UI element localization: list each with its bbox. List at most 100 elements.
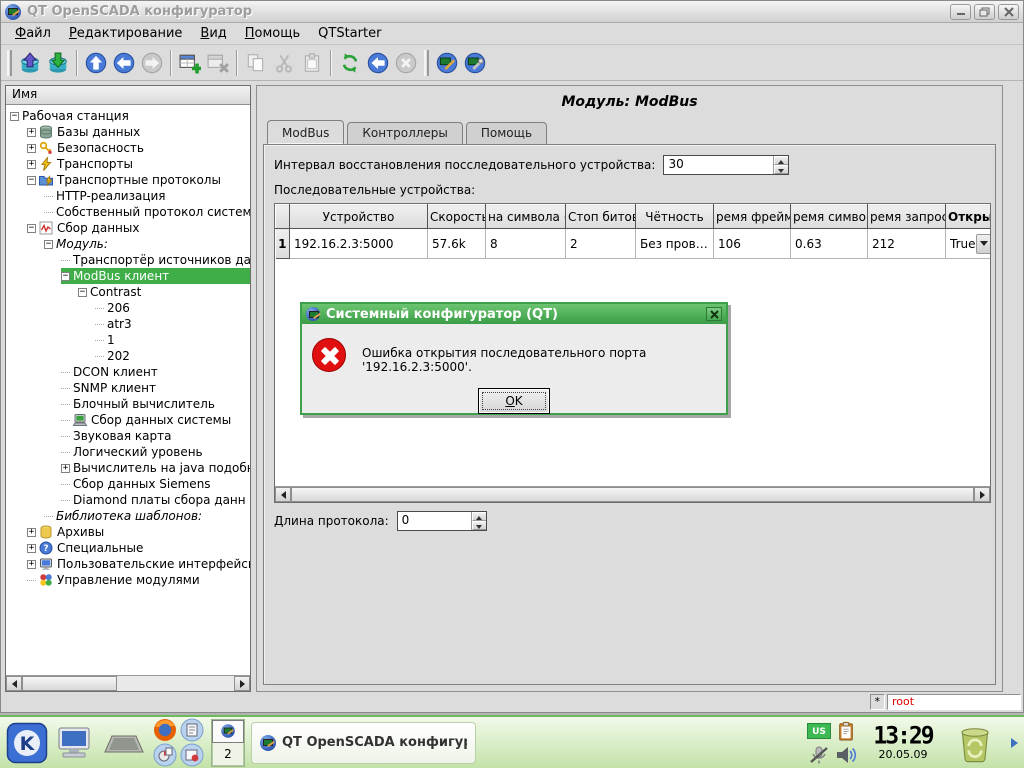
tree-item[interactable]: Diamond платы сбора данн <box>6 492 250 508</box>
clock[interactable]: 13:29 20.05.09 <box>864 725 942 761</box>
dialog-titlebar[interactable]: Системный конфигуратор (QT) <box>302 304 726 324</box>
menu-item[interactable]: Вид <box>192 24 234 43</box>
expand-icon[interactable] <box>27 160 36 169</box>
refresh-icon[interactable] <box>336 49 364 77</box>
scroll-thumb[interactable] <box>291 487 974 502</box>
go-back-icon[interactable] <box>110 49 138 77</box>
clipboard-icon[interactable] <box>836 720 856 742</box>
collapse-icon[interactable] <box>27 224 36 233</box>
k-menu-button[interactable]: K <box>6 722 48 764</box>
vision-icon[interactable] <box>433 49 461 77</box>
tree-item[interactable]: 202 <box>6 348 250 364</box>
table-cell[interactable]: 212 <box>868 229 946 259</box>
desktop-icon[interactable] <box>54 723 96 763</box>
tree-item[interactable]: Безопасность <box>6 140 250 156</box>
table-cell-combo[interactable]: True <box>946 229 992 259</box>
column-header[interactable]: ремя симво <box>791 205 868 229</box>
expand-icon[interactable] <box>27 144 36 153</box>
table-cell[interactable]: Без пров… <box>636 229 714 259</box>
tab-контроллеры[interactable]: Контроллеры <box>347 122 462 144</box>
tree-item[interactable]: Библиотека шаблонов: <box>6 508 250 524</box>
keyboard-layout-indicator[interactable]: US <box>807 723 831 739</box>
scroll-thumb[interactable] <box>22 676 117 691</box>
column-header[interactable]: ремя фрейм <box>714 205 791 229</box>
menu-item[interactable]: QTStarter <box>310 24 389 43</box>
window-titlebar[interactable]: QT OpenSCADA конфигуратор <box>1 1 1023 23</box>
menu-item[interactable]: Файл <box>7 24 59 43</box>
panel-hide-button[interactable] <box>1008 717 1020 768</box>
table-cell[interactable]: 0.63 <box>791 229 868 259</box>
table-cell[interactable]: 8 <box>486 229 566 259</box>
tree-item[interactable]: Сбор данных <box>6 220 250 236</box>
scroll-left-button[interactable] <box>275 487 291 502</box>
tree-item[interactable]: atr3 <box>6 316 250 332</box>
mail-launcher-icon[interactable] <box>179 743 205 767</box>
add-item-icon[interactable] <box>176 49 204 77</box>
tree-horizontal-scrollbar[interactable] <box>6 675 250 691</box>
go-up-icon[interactable] <box>82 49 110 77</box>
protocol-length-spinbox[interactable]: 0 <box>397 511 487 531</box>
dialog-close-button[interactable] <box>706 307 722 321</box>
tree-item[interactable]: Модуль: <box>6 236 250 252</box>
collapse-icon[interactable] <box>10 112 19 121</box>
tree-item[interactable]: Транспорты <box>6 156 250 172</box>
tree-item[interactable]: ?Специальные <box>6 540 250 556</box>
configurator-icon[interactable] <box>461 49 489 77</box>
tab-помощь[interactable]: Помощь <box>466 122 547 144</box>
column-header[interactable]: ремя запрос <box>868 205 946 229</box>
toolbar-handle[interactable] <box>7 50 12 76</box>
tree-item[interactable]: HTTP-реализация <box>6 188 250 204</box>
close-button[interactable] <box>998 4 1019 20</box>
load-from-db-icon[interactable] <box>16 49 44 77</box>
column-header[interactable]: Устройство <box>290 205 428 229</box>
maximize-button[interactable] <box>974 4 995 20</box>
scroll-right-button[interactable] <box>234 676 250 691</box>
tree-item[interactable]: ModBus клиент <box>6 268 250 284</box>
tree-item[interactable]: Базы данных <box>6 124 250 140</box>
tree-item[interactable]: SNMP клиент <box>6 380 250 396</box>
spin-up-button[interactable] <box>472 512 486 521</box>
tree-item[interactable]: 1 <box>6 332 250 348</box>
collapse-icon[interactable] <box>44 240 53 249</box>
tree-item[interactable]: Транспортные протоколы <box>6 172 250 188</box>
tree-item[interactable]: Собственный протокол системы <box>6 204 250 220</box>
interval-spinbox[interactable]: 30 <box>663 155 789 175</box>
chart-launcher-icon[interactable] <box>152 743 178 767</box>
tree-item[interactable]: DCON клиент <box>6 364 250 380</box>
column-header[interactable]: Скорость <box>428 205 486 229</box>
office-launcher-icon[interactable] <box>179 718 205 742</box>
collapse-icon[interactable] <box>61 272 70 281</box>
column-header[interactable]: Открыт <box>946 205 992 229</box>
scroll-right-button[interactable] <box>974 487 990 502</box>
table-cell[interactable]: 106 <box>714 229 791 259</box>
spin-down-button[interactable] <box>774 165 788 174</box>
tree-item[interactable]: Транспортёр источников дан <box>6 252 250 268</box>
save-to-db-icon[interactable] <box>44 49 72 77</box>
row-number[interactable]: 1 <box>276 229 290 259</box>
minimize-button[interactable] <box>950 4 971 20</box>
tree-item[interactable]: Пользовательские интерфейсы <box>6 556 250 572</box>
column-header[interactable]: Стоп битов <box>566 205 636 229</box>
ok-button[interactable]: OK <box>478 388 550 414</box>
expand-icon[interactable] <box>27 544 36 553</box>
tab-modbus[interactable]: ModBus <box>267 120 344 144</box>
collapse-icon[interactable] <box>27 176 36 185</box>
collapse-icon[interactable] <box>78 288 87 297</box>
start-updating-icon[interactable] <box>364 49 392 77</box>
tree-column-header[interactable]: Имя <box>6 86 250 105</box>
taskbar-window-button[interactable]: QT OpenSCADA конфигур <box>251 722 476 764</box>
scroll-left-button[interactable] <box>6 676 22 691</box>
tree-item[interactable]: Сбор данных системы <box>6 412 250 428</box>
firefox-launcher-icon[interactable] <box>152 718 178 742</box>
table-cell[interactable]: 2 <box>566 229 636 259</box>
tree-item[interactable]: Вычислитель на java подобн <box>6 460 250 476</box>
tree-item[interactable]: Управление модулями <box>6 572 250 588</box>
column-header[interactable]: Чётность <box>636 205 714 229</box>
tree-item[interactable]: Рабочая станция <box>6 108 250 124</box>
tree-item[interactable]: Звуковая карта <box>6 428 250 444</box>
table-horizontal-scrollbar[interactable] <box>275 486 990 502</box>
tree-item[interactable]: Блочный вычислитель <box>6 396 250 412</box>
spin-up-button[interactable] <box>774 156 788 165</box>
tree-item[interactable]: Сбор данных Siemens <box>6 476 250 492</box>
tree-item[interactable]: 206 <box>6 300 250 316</box>
